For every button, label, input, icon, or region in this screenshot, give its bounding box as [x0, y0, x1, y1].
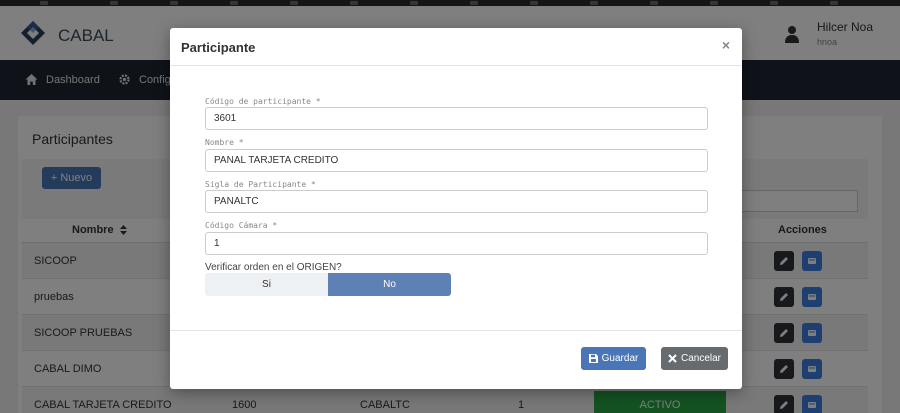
save-label: Guardar [601, 353, 639, 364]
modal-title: Participante [181, 40, 256, 55]
floppy-icon [588, 354, 598, 363]
nombre-label: Nombre * [205, 138, 244, 147]
nombre-input[interactable] [205, 149, 708, 172]
sigla-label: Sigla de Participante * [205, 180, 316, 189]
participant-modal: Participante × Código de participante * … [170, 28, 742, 389]
sigla-input[interactable] [205, 190, 708, 213]
toggle-option-si[interactable]: Si [205, 273, 328, 296]
save-button[interactable]: Guardar [581, 347, 646, 370]
camara-input[interactable] [205, 232, 708, 255]
modal-header: Participante × [170, 28, 742, 66]
verify-toggle: Si No [205, 273, 451, 296]
cancel-label: Cancelar [680, 353, 722, 364]
codigo-input[interactable] [205, 107, 708, 130]
modal-footer [170, 330, 742, 389]
verify-label: Verificar orden en el ORIGEN? [205, 262, 342, 273]
camara-label: Código Cámara * [205, 221, 278, 230]
codigo-label: Código de participante * [205, 97, 321, 106]
toggle-option-no[interactable]: No [328, 273, 451, 296]
times-icon [668, 354, 677, 363]
close-icon[interactable]: × [718, 37, 734, 53]
cancel-button[interactable]: Cancelar [661, 347, 728, 370]
